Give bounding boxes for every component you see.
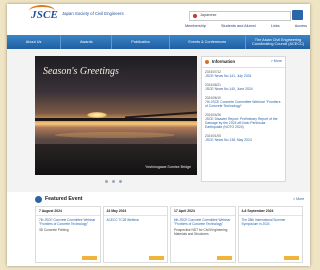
featured-title: Featured Event	[45, 196, 83, 202]
event-date: 24 May 2024	[103, 207, 167, 216]
event-subtitle	[239, 226, 303, 228]
list-item: 2024/04/26 JSCE Disaster Report: Prelimi…	[205, 113, 282, 129]
information-icon	[205, 60, 209, 64]
event-date: 17 April 2024	[171, 207, 235, 216]
header: JSCE Japan Society of Civil Engineers Ja…	[7, 4, 310, 34]
event-link[interactable]: 6th JSCE Concrete Committee Webinar "Fro…	[171, 216, 235, 226]
util-link-access[interactable]: Access	[295, 24, 307, 30]
slideshow-dots	[105, 180, 122, 183]
information-panel: Information > More 2024/07/12 JSCE News …	[201, 56, 286, 182]
nav-acecc[interactable]: The Asian Civil Engineering Coordinating…	[246, 35, 310, 49]
hero-slideshow[interactable]: Season's Greetings Yoshinogawa Sunrise B…	[35, 56, 197, 175]
slide-dot[interactable]	[119, 180, 122, 183]
event-card[interactable]: 7 August 2024 7th JSCE Concrete Committe…	[35, 206, 101, 263]
slide-dot[interactable]	[105, 180, 108, 183]
search-input-text: Japanese	[200, 13, 217, 17]
shoreline	[35, 144, 197, 175]
information-list: 2024/07/12 JSCE News No.141, July 2024 2…	[205, 70, 282, 147]
info-link[interactable]: JSCE News No.138, May 2024	[205, 138, 282, 142]
util-link-links[interactable]: Links	[271, 24, 280, 30]
util-link-students[interactable]: Students and Alumni	[221, 24, 256, 30]
list-item: 2024/06/10 7th JSCE Concrete Committee W…	[205, 96, 282, 108]
event-tag	[149, 256, 164, 260]
event-date: 7 August 2024	[36, 207, 100, 216]
nav-awards[interactable]: Awards	[61, 35, 113, 49]
bridge-deck	[35, 118, 197, 121]
page: JSCE Japan Society of Civil Engineers Ja…	[7, 4, 310, 266]
event-link[interactable]: The 28th International Summer Symposium …	[239, 216, 303, 226]
event-subtitle	[104, 222, 168, 224]
event-tag	[81, 256, 97, 260]
logo-mark: JSCE	[31, 9, 59, 21]
event-card[interactable]: 24 May 2024 ACECC TC28 Webinar	[102, 206, 168, 263]
info-link[interactable]: JSCE Disaster Report: Preliminary Report…	[205, 117, 282, 129]
language-dot-icon	[193, 14, 197, 18]
event-card[interactable]: 4-6 September 2024 The 28th Internationa…	[237, 206, 303, 263]
water-reflection	[55, 132, 175, 138]
utility-links: Membership Students and Alumni Links Acc…	[185, 24, 307, 30]
list-item: 2024/06/21 JSCE News No.140, June 2024	[205, 83, 282, 91]
list-item: 2024/07/12 JSCE News No.141, July 2024	[205, 70, 282, 78]
event-cards: 7 August 2024 7th JSCE Concrete Committe…	[35, 206, 303, 263]
event-link[interactable]: 7th JSCE Concrete Committee Webinar "Fro…	[36, 216, 100, 226]
event-tag	[284, 256, 299, 260]
information-header: Information > More	[202, 57, 285, 68]
slide-dot[interactable]	[112, 180, 115, 183]
event-subtitle: 3D Concrete Printing	[39, 228, 69, 232]
info-link[interactable]: 7th JSCE Concrete Committee Webinar "Fro…	[205, 100, 282, 108]
list-item: 2024/01/05 JSCE News No.138, May 2024	[205, 134, 282, 142]
util-link-membership[interactable]: Membership	[185, 24, 206, 30]
nav-events[interactable]: Events & Conferences	[170, 35, 247, 49]
event-card[interactable]: 17 April 2024 6th JSCE Concrete Committe…	[170, 206, 236, 263]
search-button[interactable]	[292, 10, 303, 20]
event-date: 4-6 September 2024	[238, 207, 302, 216]
jsce-logo[interactable]: JSCE Japan Society of Civil Engineers	[29, 5, 161, 23]
featured-events: Featured Event > More 7 August 2024 7th …	[7, 192, 310, 266]
nav-about-us[interactable]: About Us	[7, 35, 62, 49]
information-title: Information	[212, 59, 236, 64]
hero-caption: Yoshinogawa Sunrise Bridge	[145, 165, 191, 169]
event-tag	[216, 256, 232, 260]
hero-greeting: Season's Greetings	[43, 66, 119, 77]
featured-icon	[35, 196, 42, 203]
main-nav: About Us Awards Publication Events & Con…	[7, 35, 310, 49]
info-link[interactable]: JSCE News No.140, June 2024	[205, 87, 282, 91]
featured-more-link[interactable]: > More	[293, 197, 304, 201]
info-link[interactable]: JSCE News No.141, July 2024	[205, 74, 282, 78]
search-input[interactable]: Japanese	[189, 11, 291, 21]
information-more-link[interactable]: > More	[271, 59, 282, 63]
nav-publication[interactable]: Publication	[112, 35, 170, 49]
logo-text: Japan Society of Civil Engineers	[62, 11, 124, 16]
event-subtitle: Prospective NDT for Civil Engineering Ma…	[174, 228, 228, 236]
